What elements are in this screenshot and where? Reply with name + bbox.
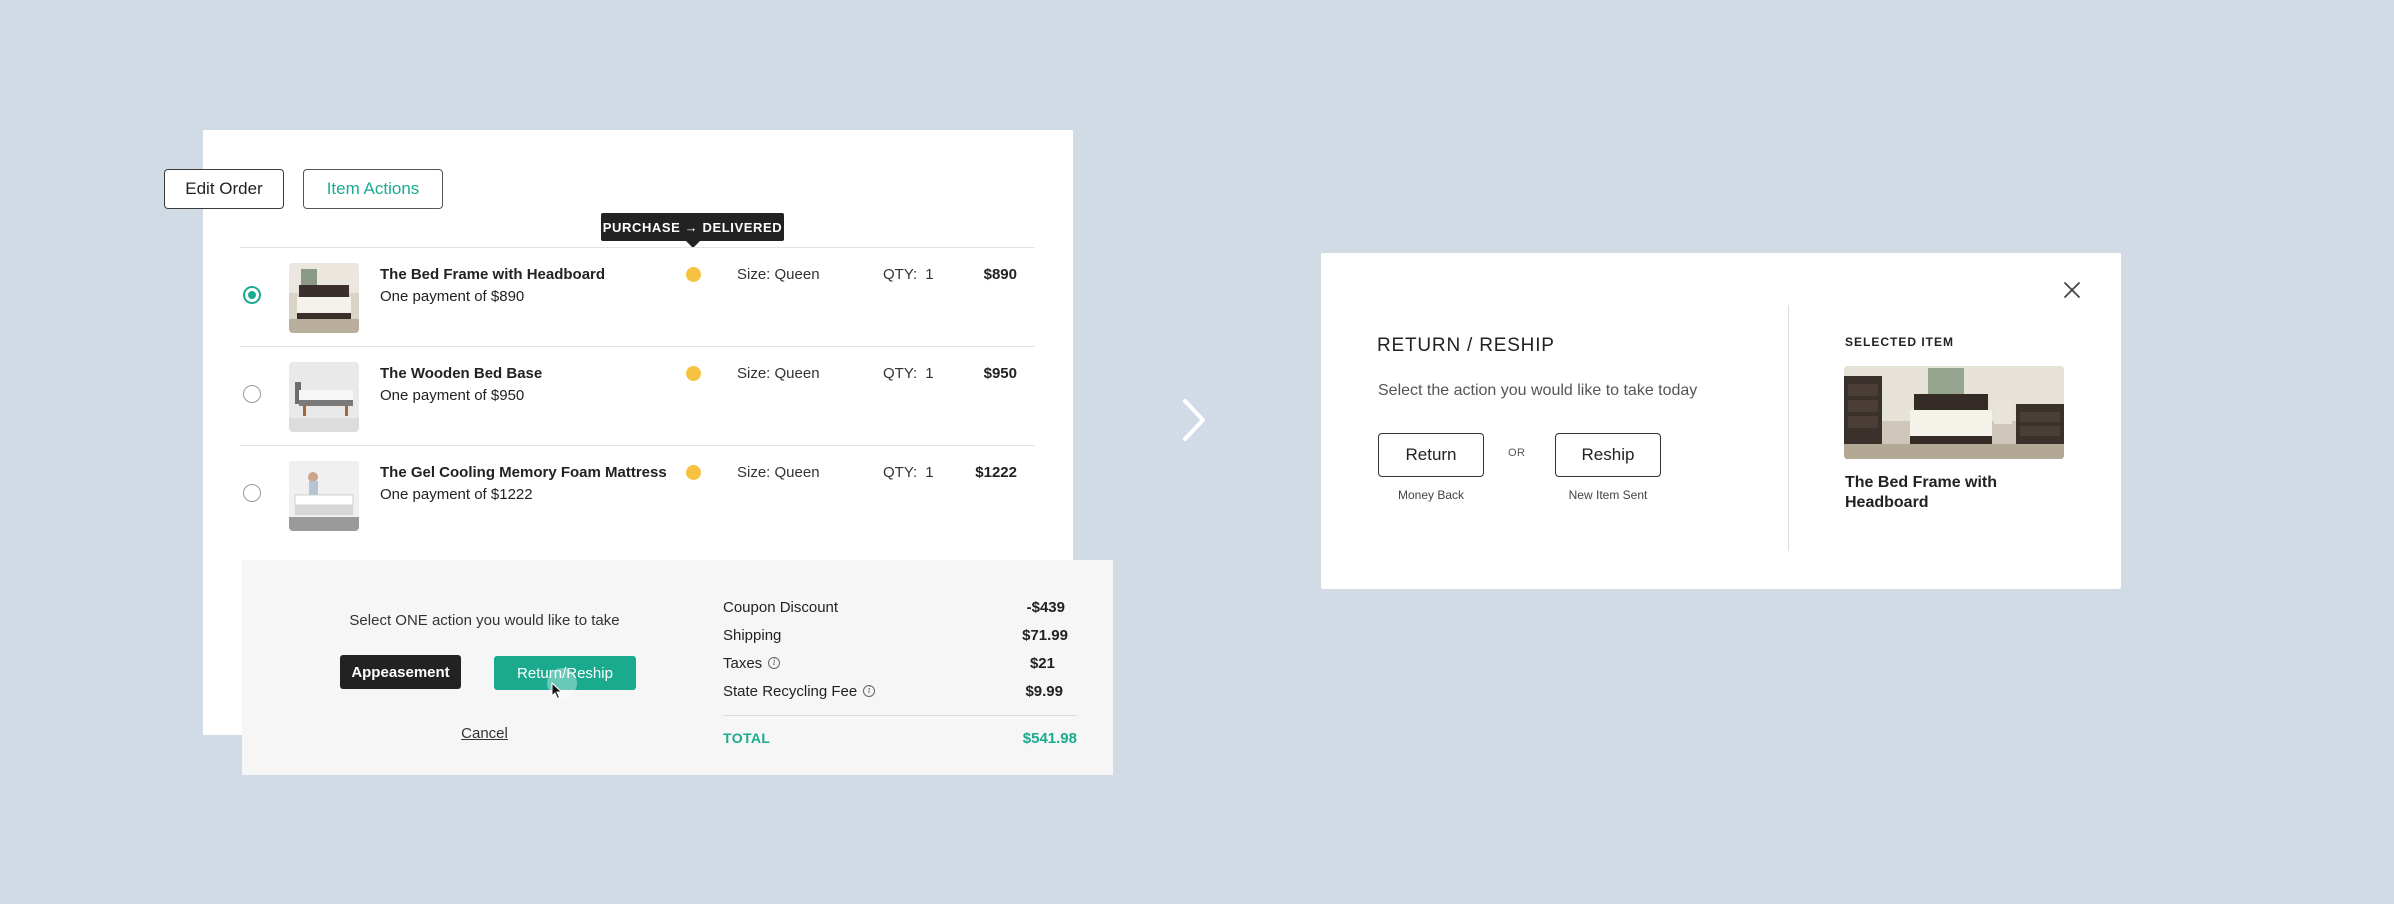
item-qty: QTY: 1	[883, 266, 934, 283]
status-indicator[interactable]	[686, 366, 701, 381]
qty-label: QTY:	[883, 464, 918, 481]
item-name: The Gel Cooling Memory Foam Mattress	[380, 464, 667, 481]
table-row: The Gel Cooling Memory Foam Mattress One…	[240, 445, 1035, 545]
selected-item-image	[1844, 366, 2064, 459]
modal-title: RETURN / RESHIP	[1377, 335, 1555, 356]
item-payment: One payment of $950	[380, 387, 525, 404]
qty-label: QTY:	[883, 365, 918, 382]
status-tooltip: PURCHASE → DELIVERED	[601, 213, 784, 248]
action-panel: Select ONE action you would like to take…	[242, 560, 1113, 775]
summary-row: Taxes i $21	[723, 649, 1077, 677]
selected-item-label: SELECTED ITEM	[1845, 335, 1955, 349]
cursor-icon	[551, 682, 563, 700]
modal-subtitle: Select the action you would like to take…	[1378, 382, 1698, 399]
qty-label: QTY:	[883, 266, 918, 283]
selected-item-name: The Bed Frame with Headboard	[1845, 474, 1998, 511]
product-thumbnail	[289, 461, 359, 531]
item-payment: One payment of $890	[380, 288, 525, 305]
item-size: Size: Queen	[737, 464, 820, 481]
summary-row: Shipping $71.99	[723, 621, 1077, 649]
item-size: Size: Queen	[737, 266, 820, 283]
status-indicator[interactable]	[686, 465, 701, 480]
item-size: Size: Queen	[737, 365, 820, 382]
summary-value: $71.99	[1022, 626, 1068, 644]
product-thumbnail	[289, 263, 359, 333]
summary-label: Taxes	[723, 654, 763, 672]
qty-value: 1	[925, 365, 934, 382]
summary-label: Coupon Discount	[723, 598, 839, 616]
item-name: The Bed Frame with Headboard	[380, 266, 606, 283]
item-name: The Wooden Bed Base	[380, 365, 543, 382]
info-icon[interactable]: i	[768, 657, 781, 669]
total-value: $541.98	[1022, 729, 1077, 747]
qty-value: 1	[925, 266, 934, 283]
table-row: The Bed Frame with Headboard One payment…	[240, 247, 1035, 346]
qty-value: 1	[925, 464, 934, 481]
return-reship-modal: RETURN / RESHIP Select the action you wo…	[1321, 253, 2121, 589]
order-summary: Coupon Discount -$439 Shipping $71.99 Ta…	[723, 593, 1077, 752]
return-button[interactable]: Return	[1378, 433, 1484, 477]
summary-label: Shipping	[723, 626, 782, 644]
info-icon[interactable]: i	[863, 685, 876, 697]
summary-divider	[723, 715, 1077, 716]
reship-caption: New Item Sent	[1568, 488, 1648, 502]
total-label: TOTAL	[723, 730, 771, 746]
table-row: The Wooden Bed Base One payment of $950 …	[240, 346, 1035, 445]
item-price: $890	[983, 266, 1017, 283]
edit-order-button[interactable]: Edit Order	[164, 169, 284, 209]
item-qty: QTY: 1	[883, 365, 934, 382]
summary-value: -$439	[1026, 598, 1065, 616]
item-payment: One payment of $1222	[380, 486, 533, 503]
return-caption: Money Back	[1397, 488, 1465, 502]
chevron-right-icon	[1183, 399, 1205, 441]
item-price: $950	[983, 365, 1017, 382]
summary-label: State Recycling Fee	[723, 682, 858, 700]
summary-value: $9.99	[1025, 682, 1063, 700]
cancel-link[interactable]: Cancel	[242, 725, 727, 742]
summary-row: Coupon Discount -$439	[723, 593, 1077, 621]
reship-button[interactable]: Reship	[1555, 433, 1661, 477]
summary-row: State Recycling Fee i $9.99	[723, 677, 1077, 705]
summary-total-row: TOTAL $541.98	[723, 724, 1077, 752]
item-price: $1222	[975, 464, 1017, 481]
item-actions-button[interactable]: Item Actions	[303, 169, 443, 209]
item-radio[interactable]	[243, 286, 261, 304]
modal-divider	[1788, 305, 1789, 551]
summary-value: $21	[1029, 654, 1055, 672]
item-radio[interactable]	[243, 385, 261, 403]
status-indicator[interactable]	[686, 267, 701, 282]
action-prompt: Select ONE action you would like to take	[349, 612, 620, 629]
item-qty: QTY: 1	[883, 464, 934, 481]
or-separator: OR	[1508, 447, 1526, 459]
product-thumbnail	[289, 362, 359, 432]
item-radio[interactable]	[243, 484, 261, 502]
close-icon[interactable]	[2063, 281, 2081, 299]
appeasement-button[interactable]: Appeasement	[340, 655, 461, 689]
